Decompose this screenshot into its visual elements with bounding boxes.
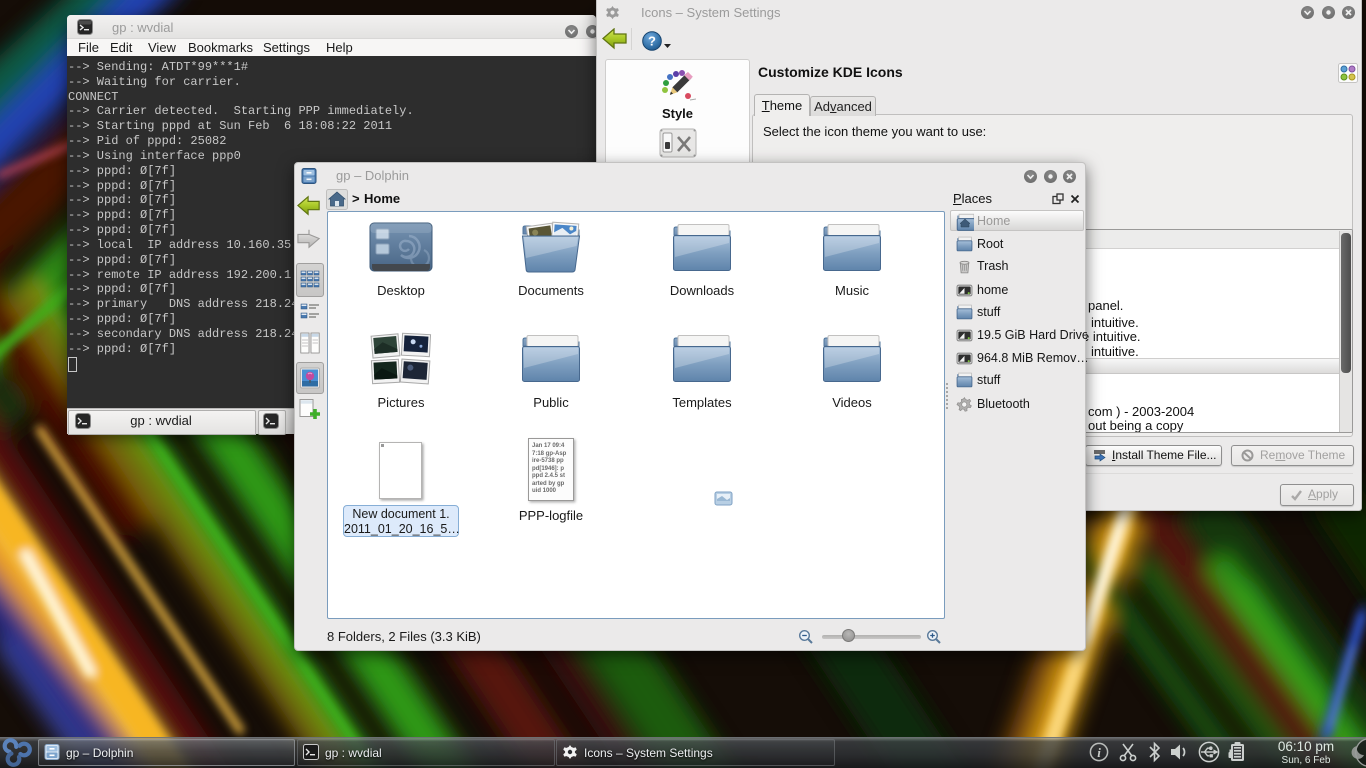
svg-text:?: ? xyxy=(648,34,656,49)
svg-text:i: i xyxy=(1097,745,1101,760)
